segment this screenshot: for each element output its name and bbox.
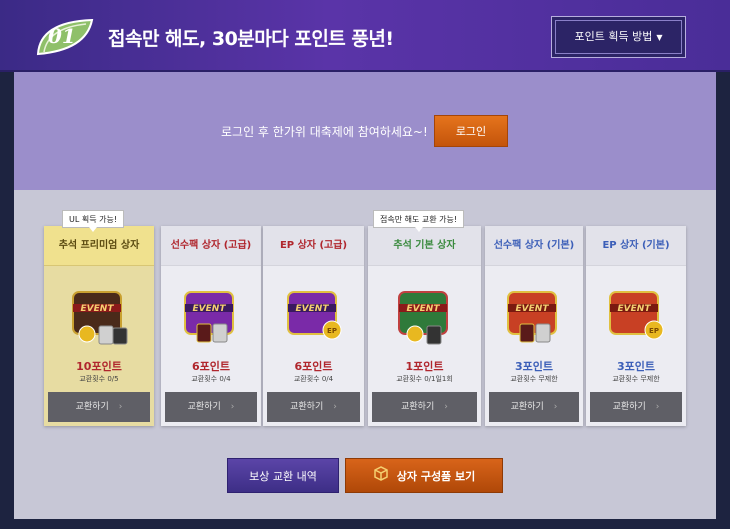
svg-text:EP: EP xyxy=(649,327,659,335)
card-limit: 교환횟수 무제한 xyxy=(510,375,558,383)
chevron-right-icon: › xyxy=(230,402,235,412)
card-points: 10포인트 xyxy=(76,360,122,373)
card-title: 선수팩 상자 (기본) xyxy=(485,226,583,266)
reward-card-ep-premium[interactable]: EP 상자 (고급) EVENT EP 6포인트 교환횟수 0/4 교환하기 › xyxy=(263,226,364,426)
card-title: EP 상자 (기본) xyxy=(586,226,686,266)
exchange-button[interactable]: 교환하기 › xyxy=(489,392,579,422)
card-title: 추석 프리미엄 상자 xyxy=(44,226,154,266)
card-limit: 교환횟수 0/1일1회 xyxy=(396,375,453,383)
card-limit: 교환횟수 0/5 xyxy=(79,375,119,383)
svg-text:EVENT: EVENT xyxy=(618,304,652,314)
event-box-icon: EVENT xyxy=(397,291,448,345)
chevron-right-icon: › xyxy=(655,402,660,412)
exchange-button[interactable]: 교환하기 › xyxy=(267,392,360,422)
card-title: EP 상자 (고급) xyxy=(263,226,364,266)
card-points: 3포인트 xyxy=(616,360,655,373)
card-points: 6포인트 xyxy=(294,360,333,373)
login-message: 로그인 후 한가위 대축제에 참여하세요~! xyxy=(221,125,428,139)
reward-card-ep-basic[interactable]: EP 상자 (기본) EVENT EP 3포인트 교환횟수 무제한 교환하기 › xyxy=(586,226,686,426)
reward-card-basic[interactable]: 추석 기본 상자 EVENT 1포인트 교환횟수 0/1일1회 교환하기 › xyxy=(368,226,481,426)
exchange-button[interactable]: 교환하기 › xyxy=(590,392,682,422)
event-box-icon: EVENT xyxy=(507,291,557,343)
svg-text:EVENT: EVENT xyxy=(81,304,115,314)
reward-card-premium[interactable]: 추석 프리미엄 상자 EVENT 10포인트 교환횟수 0/5 교환하기 › xyxy=(44,226,154,426)
exchange-label: 교환하기 xyxy=(510,402,544,412)
reward-history-button[interactable]: 보상 교환 내역 xyxy=(227,458,339,493)
event-box-icon: EVENT xyxy=(184,291,234,343)
exchange-button[interactable]: 교환하기 › xyxy=(165,392,257,422)
chevron-right-icon: › xyxy=(333,402,337,412)
event-box-icon: EVENT xyxy=(72,291,128,345)
exchange-label: 교환하기 xyxy=(290,402,324,412)
card-limit: 교환횟수 0/4 xyxy=(191,375,231,383)
exchange-label: 교환하기 xyxy=(187,402,221,412)
box-contents-label: 상자 구성품 보기 xyxy=(396,470,476,483)
event-box-icon: EVENT EP xyxy=(286,291,341,340)
login-button[interactable]: 로그인 xyxy=(434,115,508,147)
card-points: 6포인트 xyxy=(191,360,230,373)
card-points: 1포인트 xyxy=(405,360,444,373)
svg-text:EVENT: EVENT xyxy=(193,304,227,314)
step-number: 01 xyxy=(48,24,76,48)
chevron-right-icon: › xyxy=(118,402,123,412)
page-title: 접속만 해도, 30분마다 포인트 풍년! xyxy=(108,28,394,50)
svg-text:EVENT: EVENT xyxy=(295,304,329,314)
event-header: 01 접속만 해도, 30분마다 포인트 풍년! 포인트 획득 방법 ▼ xyxy=(0,0,730,72)
connect-tooltip: 접속만 해도 교환 가능! xyxy=(373,210,465,232)
caret-down-icon: ▼ xyxy=(656,33,663,42)
box-contents-button[interactable]: 상자 구성품 보기 xyxy=(345,458,503,493)
svg-text:EP: EP xyxy=(327,327,337,335)
exchange-label: 교환하기 xyxy=(401,402,435,412)
card-limit: 교환횟수 0/4 xyxy=(293,375,334,383)
card-limit: 교환횟수 무제한 xyxy=(612,375,660,383)
card-title: 추석 기본 상자 xyxy=(368,226,481,266)
svg-text:EVENT: EVENT xyxy=(406,304,440,314)
reward-card-player-basic[interactable]: 선수팩 상자 (기본) EVENT 3포인트 교환횟수 무제한 교환하기 › xyxy=(485,226,583,426)
chevron-right-icon: › xyxy=(444,402,448,412)
point-howto-button[interactable]: 포인트 획득 방법 ▼ xyxy=(551,16,686,58)
event-box-icon: EVENT EP xyxy=(609,291,664,340)
exchange-button[interactable]: 교환하기 › xyxy=(372,392,477,422)
box-icon xyxy=(373,460,389,495)
card-title: 선수팩 상자 (고급) xyxy=(161,226,261,266)
ul-tooltip: UL 획득 가능! xyxy=(62,210,125,232)
svg-text:EVENT: EVENT xyxy=(516,304,550,314)
step-badge: 01 xyxy=(34,16,96,58)
exchange-button[interactable]: 교환하기 › xyxy=(48,392,150,422)
exchange-label: 교환하기 xyxy=(612,402,646,412)
reward-card-player-premium[interactable]: 선수팩 상자 (고급) EVENT 6포인트 교환횟수 0/4 교환하기 › xyxy=(161,226,261,426)
exchange-label: 교환하기 xyxy=(75,402,109,412)
chevron-right-icon: › xyxy=(553,402,558,412)
point-howto-label: 포인트 획득 방법 xyxy=(574,30,653,43)
card-points: 3포인트 xyxy=(514,360,553,373)
